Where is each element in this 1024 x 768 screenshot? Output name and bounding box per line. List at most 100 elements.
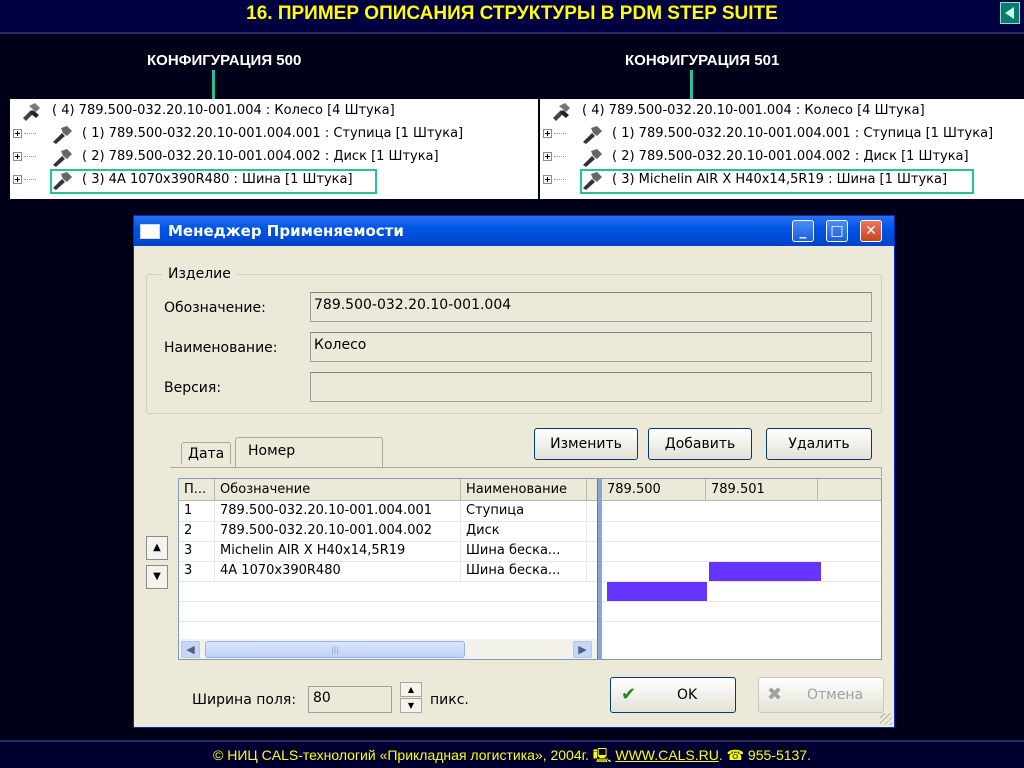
dialog-title: Менеджер Применяемости: [168, 222, 404, 240]
cell-position: 2: [179, 522, 215, 541]
move-down-button[interactable]: ▼: [146, 565, 168, 589]
field-width-input[interactable]: 80: [308, 686, 392, 713]
designation-field[interactable]: 789.500-032.20.10-001.004: [310, 292, 872, 322]
minimize-icon[interactable]: _: [792, 220, 814, 242]
assembly-icon: [23, 103, 40, 121]
close-icon[interactable]: ✕: [860, 220, 882, 242]
expand-icon[interactable]: [13, 129, 22, 138]
name-label: Наименование:: [164, 340, 278, 356]
tree-connector: [554, 156, 566, 157]
column-header-name[interactable]: Наименование: [461, 479, 587, 501]
expand-icon[interactable]: [13, 175, 22, 184]
expand-icon[interactable]: [543, 175, 552, 184]
tree-item-row[interactable]: ( 1) 789.500-032.20.10-001.004.001 : Сту…: [540, 124, 1024, 146]
maximize-icon[interactable]: □: [826, 220, 848, 242]
tree-connector: [554, 133, 566, 134]
part-icon: [583, 149, 602, 167]
grid-line: [179, 621, 881, 622]
back-nav-icon[interactable]: [1000, 2, 1020, 24]
expand-icon[interactable]: [13, 152, 22, 161]
tree-root-row[interactable]: ( 4) 789.500-032.20.10-001.004 : Колесо …: [10, 101, 530, 123]
spin-up-icon[interactable]: ▲: [400, 682, 422, 697]
grid-splitter[interactable]: [597, 479, 602, 659]
tree-root-row[interactable]: ( 4) 789.500-032.20.10-001.004 : Колесо …: [540, 101, 1024, 123]
expand-icon[interactable]: [543, 152, 552, 161]
tree-connector: [24, 179, 36, 180]
ok-button[interactable]: ✔ OK: [610, 677, 736, 713]
ok-button-label: OK: [677, 687, 698, 703]
tab-number[interactable]: Номер: [235, 437, 383, 468]
config-501-label: КОНФИГУРАЦИЯ 501: [625, 52, 780, 69]
applicability-mark[interactable]: [709, 562, 821, 581]
move-up-button[interactable]: ▲: [146, 536, 168, 560]
tree-item-label: ( 1) 789.500-032.20.10-001.004.001 : Сту…: [612, 126, 994, 141]
tab-date[interactable]: Дата: [181, 442, 231, 464]
highlight-frame: [50, 169, 377, 194]
version-label: Версия:: [164, 380, 222, 396]
version-field[interactable]: [310, 372, 872, 402]
slide-title: 16. ПРИМЕР ОПИСАНИЯ СТРУКТУРЫ В PDM STEP…: [0, 0, 1024, 34]
tree-item-label: ( 2) 789.500-032.20.10-001.004.002 : Дис…: [82, 149, 439, 164]
cell-designation: 789.500-032.20.10-001.004.002: [215, 522, 461, 541]
tree-panel-config-501: ( 4) 789.500-032.20.10-001.004 : Колесо …: [540, 99, 1024, 199]
cell-name: Диск: [461, 522, 587, 541]
window-icon: [140, 224, 160, 239]
field-width-unit: пикс.: [430, 692, 469, 708]
cell-position: 3: [179, 562, 215, 581]
delete-button[interactable]: Удалить: [766, 428, 872, 460]
cell-designation: Michelin AIR X H40x14,5R19: [215, 542, 461, 561]
horizontal-scrollbar[interactable]: ◀ ||| ▶: [179, 639, 597, 659]
config-500-label: КОНФИГУРАЦИЯ 500: [147, 52, 302, 69]
resize-grip-icon[interactable]: [880, 713, 892, 725]
footer-link[interactable]: WWW.CALS.RU: [615, 747, 718, 763]
expand-icon[interactable]: [543, 129, 552, 138]
scroll-thumb[interactable]: |||: [205, 641, 465, 658]
tree-item-row[interactable]: ( 1) 789.500-032.20.10-001.004.001 : Сту…: [10, 124, 530, 146]
name-field[interactable]: Колесо: [310, 332, 872, 362]
footer-copyright: © НИЦ CALS-технологий «Прикладная логист…: [213, 747, 616, 763]
tree-root-label: ( 4) 789.500-032.20.10-001.004 : Колесо …: [52, 103, 395, 118]
tab-page-border: [170, 467, 882, 477]
footer: © НИЦ CALS-технологий «Прикладная логист…: [0, 740, 1024, 768]
part-icon: [53, 149, 72, 167]
cancel-button-label: Отмена: [807, 687, 864, 703]
cell-designation: 789.500-032.20.10-001.004.001: [215, 502, 461, 521]
cancel-button[interactable]: ✖ Отмена: [758, 677, 884, 713]
cell-name: Шина беска...: [461, 562, 587, 581]
applicability-grid: П... Обозначение Наименование 789.500 78…: [178, 478, 882, 660]
scroll-right-icon[interactable]: ▶: [573, 641, 592, 658]
dialog-titlebar[interactable]: Менеджер Применяемости _ □ ✕: [134, 216, 894, 246]
tree-item-row[interactable]: ( 2) 789.500-032.20.10-001.004.002 : Дис…: [10, 147, 530, 169]
cell-name: Шина беска...: [461, 542, 587, 561]
column-header-empty: [818, 479, 881, 501]
tree-connector: [24, 156, 36, 157]
applicability-mark[interactable]: [607, 582, 707, 601]
cross-icon: ✖: [767, 684, 783, 705]
tree-root-label: ( 4) 789.500-032.20.10-001.004 : Колесо …: [582, 103, 925, 118]
add-button[interactable]: Добавить: [648, 428, 752, 460]
spin-down-icon[interactable]: ▼: [400, 698, 422, 713]
grid-line: [179, 601, 881, 602]
slide-title-text: 16. ПРИМЕР ОПИСАНИЯ СТРУКТУРЫ В PDM STEP…: [246, 3, 778, 24]
column-header-position[interactable]: П...: [179, 479, 215, 501]
tree-connector: [24, 133, 36, 134]
scroll-left-icon[interactable]: ◀: [181, 641, 200, 658]
edit-button[interactable]: Изменить: [534, 428, 638, 460]
cell-position: 3: [179, 542, 215, 561]
column-header-designation[interactable]: Обозначение: [215, 479, 461, 501]
tree-item-label: ( 2) 789.500-032.20.10-001.004.002 : Дис…: [612, 149, 969, 164]
tree-item-label: ( 1) 789.500-032.20.10-001.004.001 : Сту…: [82, 126, 464, 141]
cell-name: Ступица: [461, 502, 587, 521]
tree-panel-config-500: ( 4) 789.500-032.20.10-001.004 : Колесо …: [10, 99, 538, 199]
product-group-label: Изделие: [162, 266, 237, 282]
footer-phone: . ☎ 955-5137.: [718, 747, 811, 763]
grid-line: [179, 581, 881, 582]
column-header-config-501[interactable]: 789.501: [706, 479, 818, 501]
applicability-manager-dialog: Менеджер Применяемости _ □ ✕ Изделие Обо…: [133, 215, 895, 728]
cell-position: 1: [179, 502, 215, 521]
field-width-label: Ширина поля:: [192, 692, 297, 708]
tree-item-row[interactable]: ( 2) 789.500-032.20.10-001.004.002 : Дис…: [540, 147, 1024, 169]
part-icon: [583, 126, 602, 144]
highlight-frame: [580, 169, 974, 194]
column-header-config-500[interactable]: 789.500: [602, 479, 706, 501]
